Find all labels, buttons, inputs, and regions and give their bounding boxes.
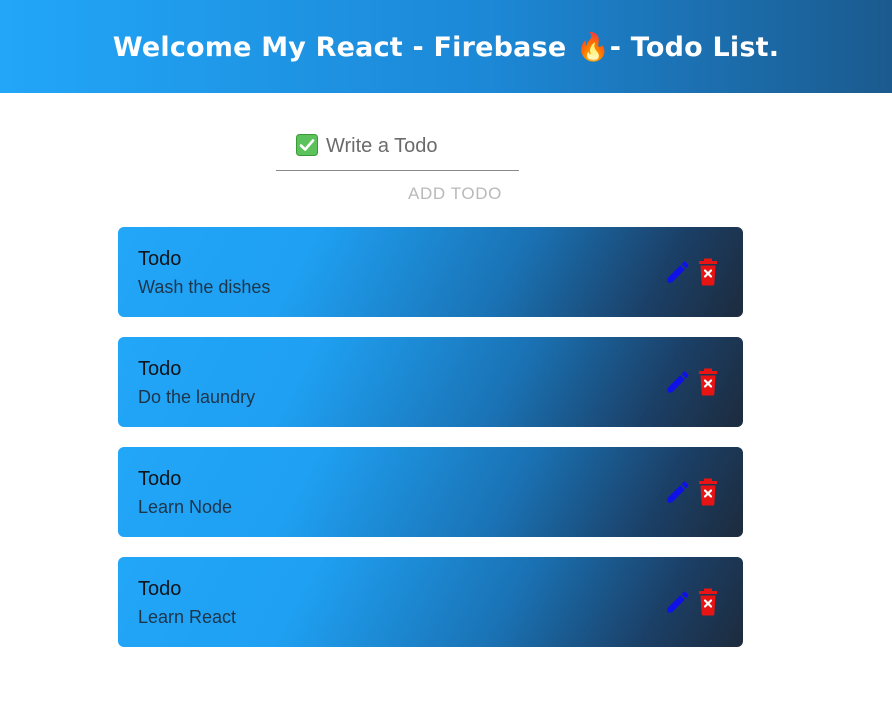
add-todo-button[interactable]: ADD TODO — [396, 181, 514, 207]
check-mark-icon — [296, 134, 318, 156]
delete-trash-icon[interactable] — [696, 258, 720, 286]
delete-trash-icon[interactable] — [696, 588, 720, 616]
edit-pencil-icon[interactable] — [664, 258, 692, 286]
todo-item-title: Todo — [138, 468, 182, 490]
todo-item-text: Learn React — [138, 607, 237, 627]
todo-item: Todo Learn Node — [118, 447, 743, 537]
todo-item: Todo Learn React — [118, 557, 743, 647]
todo-item-text: Learn Node — [138, 497, 233, 517]
todo-item-title: Todo — [138, 358, 182, 380]
todo-item-title: Todo — [138, 578, 182, 600]
todo-item-title: Todo — [138, 248, 182, 270]
edit-pencil-icon[interactable] — [664, 478, 692, 506]
delete-trash-icon[interactable] — [696, 478, 720, 506]
todo-item: Todo Do the laundry — [118, 337, 743, 427]
todo-item: Todo Wash the dishes — [118, 227, 743, 317]
todo-item-text: Wash the dishes — [138, 277, 271, 297]
edit-pencil-icon[interactable] — [664, 588, 692, 616]
app-header: Welcome My React - Firebase 🔥- Todo List… — [0, 0, 892, 93]
delete-trash-icon[interactable] — [696, 368, 720, 396]
todo-item-text: Do the laundry — [138, 387, 256, 407]
todo-input-wrapper — [276, 129, 519, 171]
todo-input[interactable] — [326, 131, 516, 161]
add-todo-form: ADD TODO — [0, 93, 892, 227]
edit-pencil-icon[interactable] — [664, 368, 692, 396]
page-title: Welcome My React - Firebase 🔥- Todo List… — [112, 31, 780, 63]
